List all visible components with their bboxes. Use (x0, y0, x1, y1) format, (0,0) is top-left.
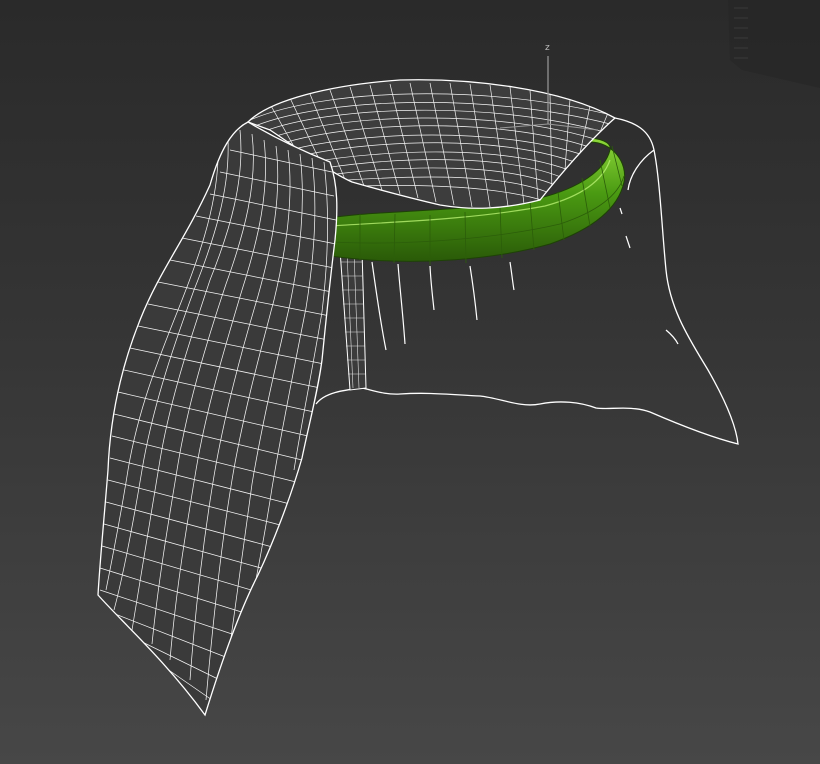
viewport-canvas[interactable]: z (0, 0, 820, 764)
cloth-drape[interactable] (97, 121, 338, 717)
background-object (728, 0, 820, 88)
3d-viewport[interactable]: z (0, 0, 820, 764)
z-axis-label: z (545, 43, 550, 53)
cloth-strip[interactable] (339, 249, 367, 391)
